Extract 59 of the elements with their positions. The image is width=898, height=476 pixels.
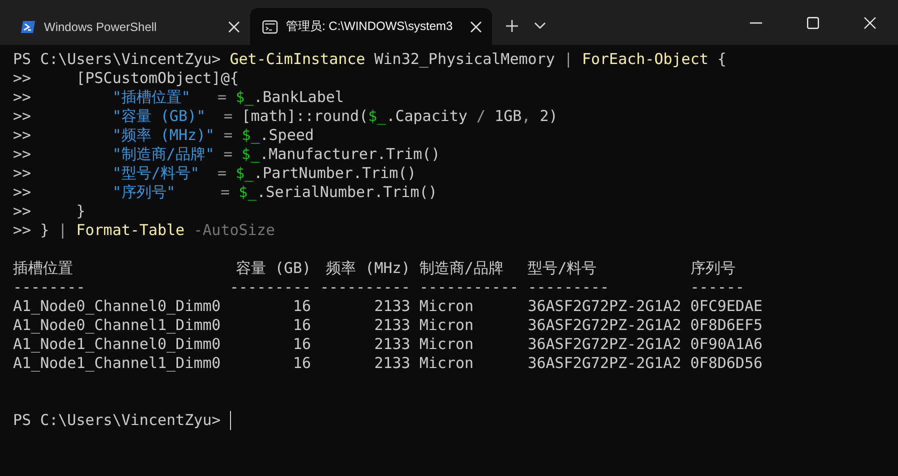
header-rule: ---------- [320, 278, 410, 297]
table-cell: 16 [292, 354, 312, 373]
prompt-text: PS C:\Users\VincentZyu> [13, 411, 222, 430]
command-line: >> "频率 (MHz)" = $_.Speed [13, 126, 314, 145]
table-cell: 2133 [374, 297, 410, 316]
close-icon [864, 16, 876, 28]
table-cell: 16 [292, 316, 312, 335]
table-cell: 0F8D6D56 [690, 354, 763, 373]
table-cell: 36ASF2G72PZ-2G1A2 [528, 297, 682, 316]
header-rule: --------- [528, 278, 609, 297]
table-cell: 2133 [374, 354, 410, 373]
column-header: 容量 (GB) [236, 259, 312, 278]
command-line: >> } | Format-Table -AutoSize [13, 221, 275, 240]
column-header: 型号/料号 [528, 259, 597, 278]
close-icon[interactable] [228, 20, 240, 32]
column-header: 序列号 [690, 259, 736, 278]
table-cell: Micron [419, 354, 474, 373]
header-rule: ----------- [419, 278, 519, 297]
table-cell: A1_Node0_Channel1_Dimm0 [13, 316, 221, 335]
table-cell: 2133 [374, 335, 410, 354]
tab[interactable]: Windows PowerShell [8, 8, 250, 45]
header-rule: --------- [230, 278, 312, 297]
table-cell: Micron [419, 297, 474, 316]
table-cell: A1_Node1_Channel1_Dimm0 [13, 354, 221, 373]
header-rule: -------- [13, 278, 86, 297]
table-cell: 16 [292, 335, 312, 354]
command-line: >> "序列号" = $_.SerialNumber.Trim() [13, 183, 438, 202]
command-line: >> } [13, 202, 86, 221]
table-cell: 36ASF2G72PZ-2G1A2 [528, 335, 682, 354]
table-cell: A1_Node0_Channel0_Dimm0 [13, 297, 221, 316]
table-cell: 16 [292, 297, 312, 316]
table-cell: 36ASF2G72PZ-2G1A2 [528, 316, 682, 335]
column-header: 插槽位置 [13, 259, 73, 278]
command-line: >> "型号/料号" = $_.PartNumber.Trim() [13, 164, 416, 183]
terminal-icon [20, 18, 36, 34]
command-line: >> "容量 (GB)" = [math]::round($_.Capacity / 1GB, 2) [13, 107, 558, 126]
tab[interactable]: 管理员: C:\WINDOWS\system3 [250, 8, 492, 45]
table-cell: A1_Node1_Channel0_Dimm0 [13, 335, 221, 354]
table-cell: 0F8D6EF5 [690, 316, 763, 335]
plus-icon [505, 19, 519, 33]
console-icon [262, 18, 278, 34]
table-cell: 36ASF2G72PZ-2G1A2 [528, 354, 682, 373]
column-header: 制造商/品牌 [419, 259, 504, 278]
header-rule: ------ [690, 278, 744, 297]
command-line: >> "插槽位置" = $_.BankLabel [13, 88, 344, 107]
maximize-icon [806, 16, 818, 28]
table-cell: 2133 [374, 316, 410, 335]
close-icon[interactable] [470, 20, 482, 32]
chevron-down-icon [534, 22, 546, 30]
command-line: >> [PSCustomObject]@{ [13, 69, 239, 88]
table-cell: Micron [419, 316, 474, 335]
table-cell: 0F90A1A6 [690, 335, 763, 354]
text-cursor [230, 411, 231, 430]
minimize-icon [750, 22, 762, 24]
column-header: 频率 (MHz) [326, 259, 410, 278]
command-line: PS C:\Users\VincentZyu> Get-CimInstance Win32_PhysicalMemory | ForEach-Object { [13, 50, 726, 69]
table-cell: 0FC9EDAE [690, 297, 763, 316]
command-line: >> "制造商/品牌" = $_.Manufacturer.Trim() [13, 145, 440, 164]
table-cell: Micron [419, 335, 474, 354]
